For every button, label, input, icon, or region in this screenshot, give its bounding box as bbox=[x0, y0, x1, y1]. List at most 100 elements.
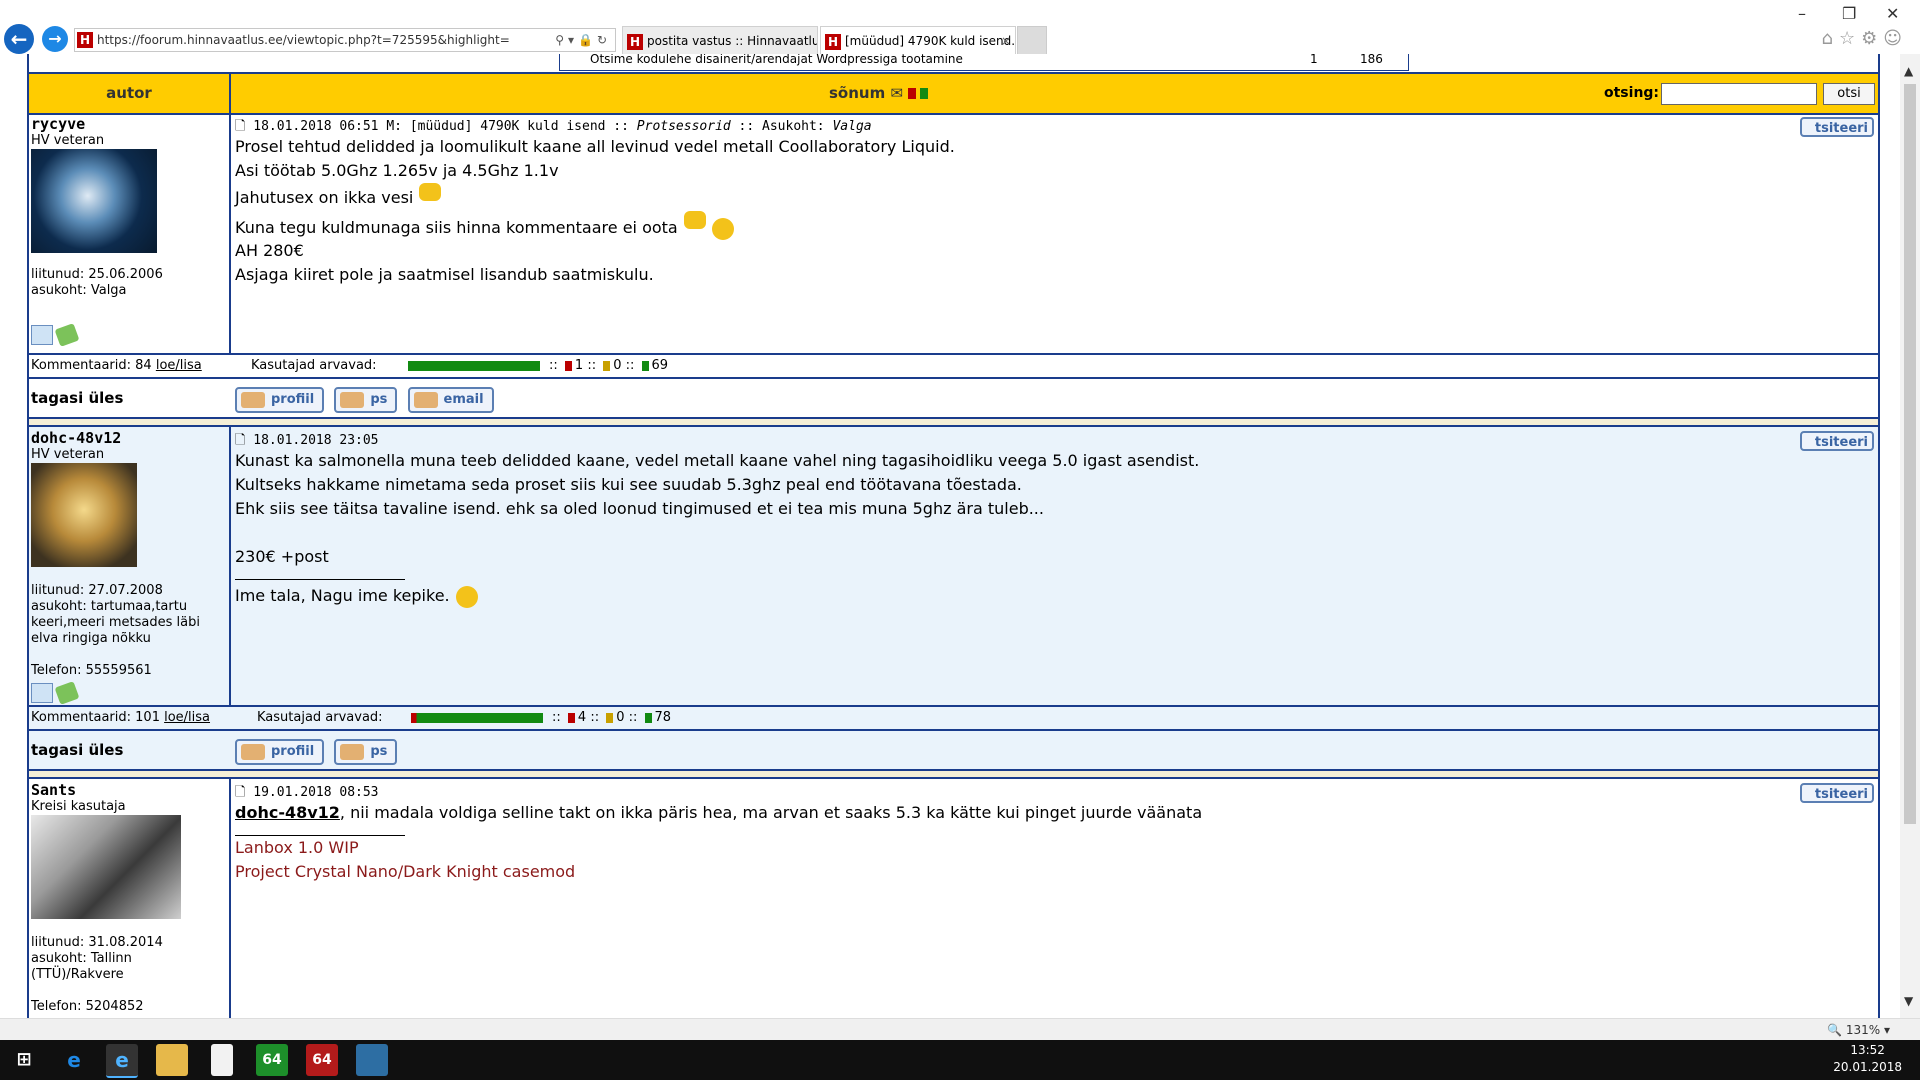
signature-line[interactable]: Project Crystal Nano/Dark Knight casemod bbox=[235, 860, 1202, 884]
vote-values: :: 1 :: 0 :: 69 bbox=[549, 358, 669, 373]
address-bar-icons[interactable]: ⚲▾🔒↻ bbox=[555, 29, 611, 51]
money-icon[interactable] bbox=[54, 323, 80, 347]
user-icon bbox=[241, 392, 265, 408]
back-button[interactable]: ← bbox=[4, 24, 34, 54]
minimize-button[interactable]: – bbox=[1798, 4, 1806, 23]
profile-card-icon[interactable] bbox=[31, 683, 53, 703]
system-clock[interactable]: 13:52 20.01.2018 bbox=[1833, 1042, 1902, 1076]
post-content: 🗋 18.01.2018 23:05 tsiteeri Kunast ka sa… bbox=[231, 427, 1878, 705]
related-topic-title[interactable]: Otsime kodulehe disainerit/arendajat Wor… bbox=[590, 54, 963, 65]
post: dohc-48v12 HV veteran liitunud: 27.07.20… bbox=[29, 427, 1878, 707]
mention-link[interactable]: dohc-48v12 bbox=[235, 803, 340, 822]
vertical-scrollbar[interactable]: ▲ ▼ bbox=[1900, 54, 1920, 1018]
avatar bbox=[31, 149, 157, 253]
scroll-up-icon[interactable]: ▲ bbox=[1904, 64, 1913, 78]
notepad-icon[interactable] bbox=[211, 1044, 233, 1076]
post-actions: tagasi üles profiil ps bbox=[29, 731, 1878, 771]
pm-button[interactable]: ps bbox=[334, 739, 398, 765]
author-column-header: autor bbox=[29, 74, 231, 113]
windows-start-icon[interactable]: ⊞ bbox=[8, 1044, 40, 1076]
file-explorer-icon[interactable] bbox=[156, 1044, 188, 1076]
post-content: 🗋 19.01.2018 08:53 tsiteeri dohc-48v12, … bbox=[231, 779, 1878, 1018]
browser-chrome: ← → H https://foorum.hinnavaatlus.ee/vie… bbox=[0, 0, 1920, 56]
comments-link[interactable]: loe/lisa bbox=[164, 710, 210, 725]
tab-close-icon[interactable]: × bbox=[1001, 27, 1011, 55]
scroll-thumb[interactable] bbox=[1904, 84, 1916, 824]
back-to-top-link[interactable]: tagasi üles bbox=[31, 389, 123, 407]
user-info: liitunud: 25.06.2006 asukoht: Valga bbox=[31, 267, 163, 298]
scroll-down-icon[interactable]: ▼ bbox=[1904, 994, 1913, 1008]
vote-colors-icon bbox=[908, 88, 917, 99]
post-icon: 🗋 bbox=[235, 433, 246, 448]
vote-values: :: 4 :: 0 :: 78 bbox=[552, 710, 672, 725]
tab-favicon-icon: H bbox=[627, 33, 643, 50]
username[interactable]: Sants bbox=[31, 781, 76, 799]
forward-button[interactable]: → bbox=[42, 26, 68, 52]
post-separator bbox=[29, 419, 1878, 427]
username[interactable]: rycyve bbox=[31, 115, 85, 133]
site-favicon-icon: H bbox=[77, 32, 93, 48]
user-info: liitunud: 27.07.2008 asukoht: tartumaa,t… bbox=[31, 583, 200, 678]
post-icon: 🗋 bbox=[235, 119, 246, 134]
smile-icon bbox=[455, 585, 478, 608]
user-icon bbox=[241, 744, 265, 760]
zoom-level[interactable]: 🔍 131% ▾ bbox=[1827, 1023, 1890, 1037]
quote-button[interactable]: tsiteeri bbox=[1800, 431, 1874, 451]
user-rank: HV veteran bbox=[31, 447, 105, 462]
vote-bar bbox=[408, 361, 540, 371]
post-body: dohc-48v12, nii madala voldiga selline t… bbox=[235, 801, 1202, 884]
envelope-icon: ✉ bbox=[890, 84, 904, 102]
users-icon bbox=[340, 744, 365, 760]
search-input[interactable] bbox=[1661, 83, 1817, 105]
money-icon[interactable] bbox=[54, 681, 80, 705]
tab-postita-vastus[interactable]: Hpostita vastus :: Hinnavaatluse ... bbox=[622, 26, 818, 55]
thumbs-pointing-icon bbox=[419, 183, 442, 201]
tab-favicon-icon: H bbox=[825, 33, 841, 50]
users-icon bbox=[340, 392, 365, 408]
username[interactable]: dohc-48v12 bbox=[31, 429, 121, 447]
status-bar: 🔍 131% ▾ bbox=[0, 1018, 1920, 1041]
avatar bbox=[31, 463, 137, 567]
back-to-top-link[interactable]: tagasi üles bbox=[31, 741, 123, 759]
post: rycyve HV veteran liitunud: 25.06.2006 a… bbox=[29, 113, 1878, 355]
quote-button[interactable]: tsiteeri bbox=[1800, 783, 1874, 803]
forum-frame: Otsime kodulehe disainerit/arendajat Wor… bbox=[27, 54, 1880, 1018]
post-author-panel: rycyve HV veteran liitunud: 25.06.2006 a… bbox=[29, 113, 231, 353]
comments-link[interactable]: loe/lisa bbox=[156, 358, 202, 373]
app-64-green-icon[interactable]: 64 bbox=[256, 1044, 288, 1076]
browser-tools-icons[interactable]: ⌂☆⚙☺ bbox=[1822, 28, 1908, 49]
user-rank: HV veteran bbox=[31, 133, 105, 148]
signature-line[interactable]: Lanbox 1.0 WIP bbox=[235, 836, 1202, 860]
post: Sants Kreisi kasutaja liitunud: 31.08.20… bbox=[29, 779, 1878, 1018]
email-button[interactable]: email bbox=[407, 387, 494, 413]
edge-icon[interactable]: e bbox=[58, 1044, 90, 1076]
mail-icon bbox=[413, 392, 438, 408]
post-actions: tagasi üles profiil ps email bbox=[29, 379, 1878, 419]
vote-bar bbox=[411, 713, 543, 723]
signature-divider bbox=[235, 579, 405, 580]
pm-button[interactable]: ps bbox=[334, 387, 398, 413]
profile-card-icon[interactable] bbox=[31, 325, 53, 345]
post-body: Kunast ka salmonella muna teeb delidded … bbox=[235, 449, 1199, 608]
thumbs-down-icon bbox=[683, 211, 706, 229]
user-info: liitunud: 31.08.2014 asukoht: Tallinn (T… bbox=[31, 935, 163, 1014]
post-separator bbox=[29, 771, 1878, 779]
calculator-icon[interactable] bbox=[356, 1044, 388, 1076]
quote-button[interactable]: tsiteeri bbox=[1800, 117, 1874, 137]
profile-button[interactable]: profiil bbox=[235, 739, 325, 765]
tab-active-topic[interactable]: H [müüdud] 4790K kuld isend... × bbox=[820, 26, 1016, 55]
address-bar[interactable]: H https://foorum.hinnavaatlus.ee/viewtop… bbox=[74, 28, 616, 52]
app-64-red-icon[interactable]: 64 bbox=[306, 1044, 338, 1076]
close-window-button[interactable]: ✕ bbox=[1886, 4, 1899, 23]
search-button[interactable]: otsi bbox=[1823, 83, 1875, 105]
taskbar: ⊞ e e 64 64 13:52 20.01.2018 bbox=[0, 1040, 1920, 1080]
related-topic-row[interactable]: Otsime kodulehe disainerit/arendajat Wor… bbox=[559, 54, 1409, 71]
user-icons bbox=[31, 323, 81, 347]
related-topic-replies: 1 bbox=[1310, 54, 1318, 66]
new-tab-button[interactable] bbox=[1017, 26, 1047, 56]
ie-icon[interactable]: e bbox=[106, 1044, 138, 1078]
profile-button[interactable]: profiil bbox=[235, 387, 325, 413]
post-content: 🗋 18.01.2018 06:51 M: [müüdud] 4790K kul… bbox=[231, 113, 1878, 353]
post-author-panel: dohc-48v12 HV veteran liitunud: 27.07.20… bbox=[29, 427, 231, 705]
restore-button[interactable]: ❐ bbox=[1842, 4, 1856, 23]
